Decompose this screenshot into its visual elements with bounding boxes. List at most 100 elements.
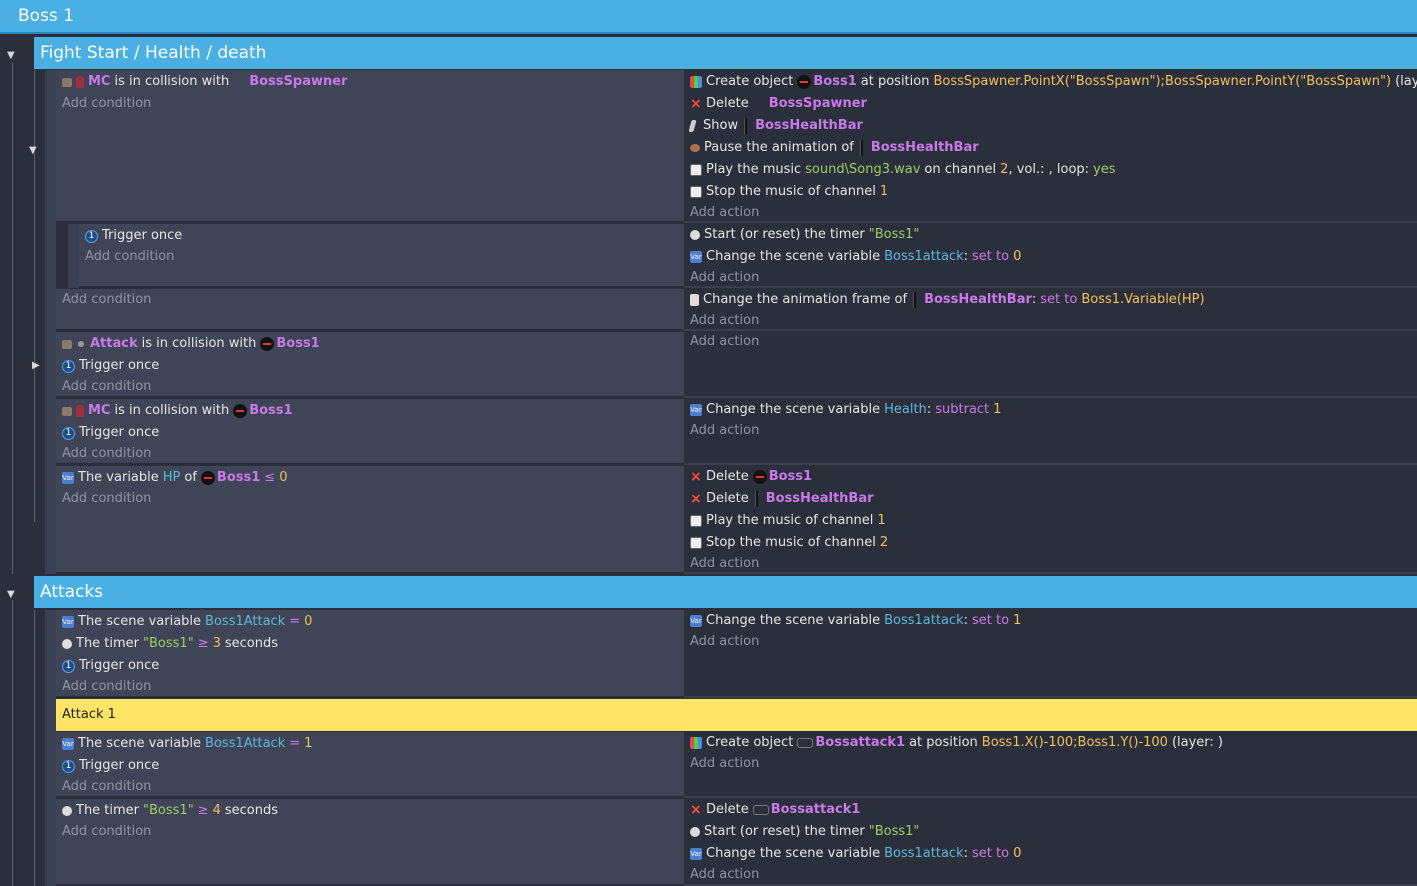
condition-text: Trigger once — [79, 358, 160, 373]
action-text: Stop the music of channel — [706, 184, 876, 199]
condition-collision[interactable]: Attack is in collision with Boss1 — [62, 334, 320, 354]
action-change-variable[interactable]: Var Change the scene variable Boss1attac… — [690, 247, 1021, 267]
event-actions[interactable]: Create object Bossattack1 at position Bo… — [684, 732, 1417, 798]
event-actions[interactable]: Change the animation frame of BossHealth… — [684, 289, 1417, 331]
action-text: Start (or reset) the timer — [704, 227, 865, 242]
condition-object-variable[interactable]: Var The variable HP of Boss1 ≤ 0 — [62, 468, 287, 488]
action-text: Change the animation frame of — [703, 292, 908, 307]
event-conditions[interactable]: Attack is in collision with Boss1 1 Trig… — [56, 332, 684, 398]
action-change-frame[interactable]: Change the animation frame of BossHealth… — [690, 290, 1205, 310]
action-change-variable[interactable]: Var Change the scene variable Boss1attac… — [690, 844, 1021, 864]
event-conditions[interactable]: The timer "Boss1" ≥ 4 seconds Add condit… — [56, 799, 684, 886]
event-actions[interactable]: Var Change the scene variable Health : s… — [684, 399, 1417, 465]
add-condition-button[interactable]: Add condition — [62, 489, 151, 509]
action-pause-animation[interactable]: Pause the animation of BossHealthBar — [690, 138, 979, 158]
action-change-variable[interactable]: Var Change the scene variable Boss1attac… — [690, 611, 1021, 631]
action-change-variable[interactable]: Var Change the scene variable Health : s… — [690, 400, 1001, 420]
add-action-button[interactable]: Add action — [690, 311, 759, 331]
action-text: Delete — [706, 802, 749, 817]
comment-attack-1[interactable]: Attack 1 — [56, 699, 1417, 731]
event-conditions[interactable]: Var The variable HP of Boss1 ≤ 0 Add con… — [56, 466, 684, 574]
action-show[interactable]: Show BossHealthBar — [688, 116, 863, 136]
condition-collision[interactable]: MC is in collision with Boss1 — [62, 401, 293, 421]
event-actions[interactable]: Create object Boss1 at position BossSpaw… — [684, 70, 1417, 223]
action-create-object[interactable]: Create object Boss1 at position BossSpaw… — [690, 72, 1417, 92]
condition-trigger-once[interactable]: 1 Trigger once — [85, 226, 182, 246]
condition-timer[interactable]: The timer "Boss1" ≥ 4 seconds — [62, 801, 278, 821]
add-action-button[interactable]: Add action — [690, 421, 759, 441]
collapse-arrow-icon[interactable]: ▼ — [7, 50, 15, 61]
add-action-button[interactable]: Add action — [690, 332, 759, 352]
group-header-boss1[interactable]: Boss 1 — [0, 0, 1417, 34]
variable-name: Boss1attack — [884, 846, 964, 861]
action-text: Start (or reset) the timer — [704, 824, 865, 839]
operator: set to — [972, 846, 1010, 861]
condition-trigger-once[interactable]: 1 Trigger once — [62, 756, 159, 776]
event-gutter[interactable] — [68, 224, 79, 288]
object-name: Boss1 — [813, 74, 857, 89]
add-action-button[interactable]: Add action — [690, 268, 759, 288]
collapse-arrow-icon[interactable]: ▼ — [29, 145, 37, 156]
event-actions[interactable]: × Delete Bossattack1 Start (or reset) th… — [684, 799, 1417, 886]
event-conditions[interactable]: Var The scene variable Boss1Attack = 1 1… — [56, 732, 684, 798]
add-condition-button[interactable]: Add condition — [62, 822, 151, 842]
add-action-button[interactable]: Add action — [690, 865, 759, 885]
event-actions[interactable]: Start (or reset) the timer "Boss1" Var C… — [684, 224, 1417, 288]
action-start-timer[interactable]: Start (or reset) the timer "Boss1" — [690, 225, 919, 245]
condition-trigger-once[interactable]: 1 Trigger once — [62, 423, 159, 443]
add-action-button[interactable]: Add action — [690, 554, 759, 574]
action-delete[interactable]: × Delete BossHealthBar — [690, 489, 874, 509]
action-stop-music[interactable]: Stop the music of channel 1 — [690, 182, 888, 202]
event-conditions[interactable]: Add condition — [56, 289, 684, 331]
action-delete[interactable]: × Delete Bossattack1 — [690, 800, 860, 820]
variable-icon: Var — [62, 616, 74, 628]
condition-timer[interactable]: The timer "Boss1" ≥ 3 seconds — [62, 634, 278, 654]
action-play-music[interactable]: Play the music sound\Song3.wav on channe… — [690, 160, 1116, 180]
show-icon — [688, 120, 697, 132]
trigger-once-icon: 1 — [62, 426, 75, 440]
event-conditions[interactable]: MC is in collision with BossSpawner Add … — [56, 70, 684, 223]
event-actions[interactable]: Var Change the scene variable Boss1attac… — [684, 610, 1417, 698]
action-create-object[interactable]: Create object Bossattack1 at position Bo… — [690, 733, 1223, 753]
action-delete[interactable]: × Delete Boss1 — [690, 467, 812, 487]
group-header-fight[interactable]: Fight Start / Health / death — [34, 37, 1417, 69]
condition-trigger-once[interactable]: 1 Trigger once — [62, 356, 159, 376]
add-action-button[interactable]: Add action — [690, 632, 759, 652]
delete-icon: × — [690, 96, 702, 112]
condition-trigger-once[interactable]: 1 Trigger once — [62, 656, 159, 676]
action-start-timer[interactable]: Start (or reset) the timer "Boss1" — [690, 822, 919, 842]
operator: set to — [972, 249, 1010, 264]
add-condition-button[interactable]: Add condition — [62, 290, 151, 310]
delete-icon: × — [690, 491, 702, 507]
collapse-arrow-icon[interactable]: ▼ — [7, 589, 15, 600]
condition-collision[interactable]: MC is in collision with BossSpawner — [62, 72, 347, 92]
add-condition-button[interactable]: Add condition — [62, 677, 151, 697]
music-icon — [690, 164, 702, 176]
event-actions[interactable]: × Delete Boss1 × Delete BossHealthBar Pl… — [684, 466, 1417, 574]
condition-text: is in collision with — [114, 74, 230, 89]
event-conditions[interactable]: Var The scene variable Boss1Attack = 0 T… — [56, 610, 684, 698]
add-action-button[interactable]: Add action — [690, 754, 759, 774]
mc-sprite-icon — [76, 76, 84, 88]
add-condition-button[interactable]: Add condition — [62, 94, 151, 114]
event-gutter[interactable] — [45, 70, 56, 574]
expand-arrow-icon[interactable]: ▶ — [32, 360, 40, 371]
event-actions[interactable]: Add action — [684, 332, 1417, 398]
object-name: MC — [88, 403, 111, 418]
operator: set to — [972, 613, 1010, 628]
group-header-attacks[interactable]: Attacks — [34, 576, 1417, 608]
add-condition-button[interactable]: Add condition — [85, 247, 174, 267]
condition-scene-variable[interactable]: Var The scene variable Boss1Attack = 0 — [62, 612, 312, 632]
action-stop-music[interactable]: Stop the music of channel 2 — [690, 533, 888, 553]
add-condition-button[interactable]: Add condition — [62, 777, 151, 797]
add-condition-button[interactable]: Add condition — [62, 377, 151, 397]
add-action-button[interactable]: Add action — [690, 203, 759, 223]
condition-scene-variable[interactable]: Var The scene variable Boss1Attack = 1 — [62, 734, 312, 754]
action-delete[interactable]: × Delete BossSpawner — [690, 94, 867, 114]
event-gutter[interactable] — [45, 610, 56, 886]
action-play-music[interactable]: Play the music of channel 1 — [690, 511, 886, 531]
trigger-once-icon: 1 — [62, 359, 75, 373]
add-condition-button[interactable]: Add condition — [62, 444, 151, 464]
event-conditions[interactable]: 1 Trigger once Add condition — [79, 224, 684, 288]
event-conditions[interactable]: MC is in collision with Boss1 1 Trigger … — [56, 399, 684, 465]
